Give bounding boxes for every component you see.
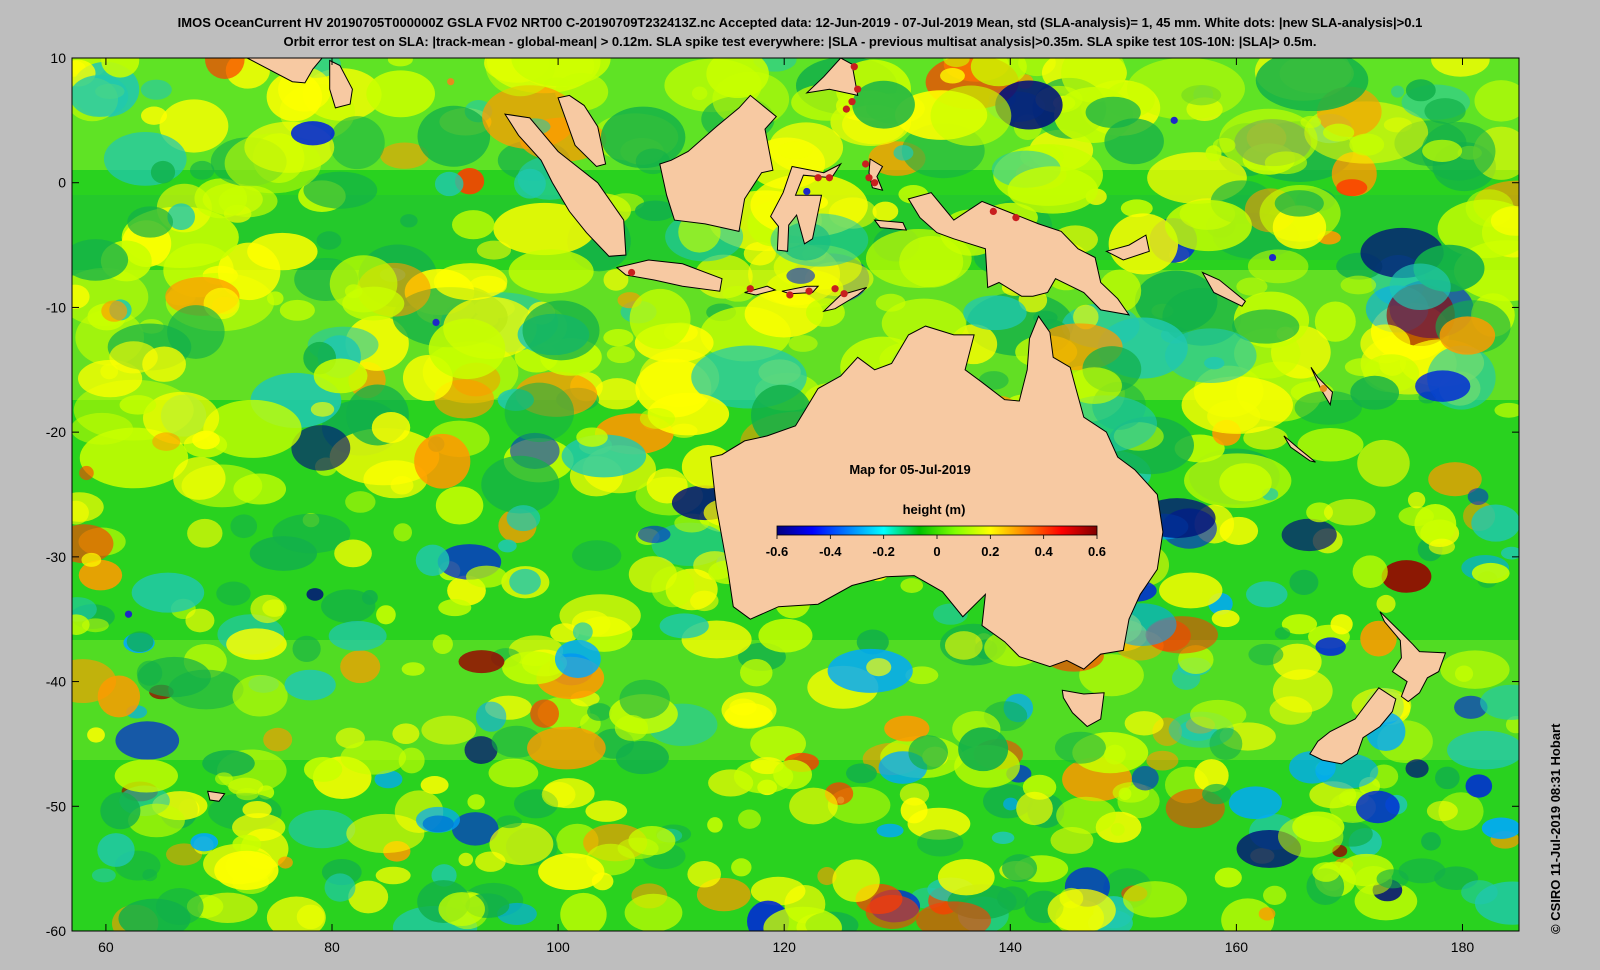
flagged-dot xyxy=(803,187,811,196)
flagged-dot xyxy=(854,85,862,93)
flagged-dot xyxy=(861,160,870,168)
y-tick-label: -20 xyxy=(46,424,66,440)
flagged-dot xyxy=(837,796,845,804)
flagged-dot xyxy=(786,291,794,299)
flagged-dot xyxy=(447,78,455,86)
flagged-dot xyxy=(1319,384,1328,393)
land-philippines-north xyxy=(842,58,847,59)
colorbar-tick-label: -0.4 xyxy=(819,544,842,559)
colorbar-tick-label: 0.2 xyxy=(981,544,999,559)
colorbar-tick-label: 0.6 xyxy=(1088,544,1106,559)
flagged-dot xyxy=(1170,116,1178,124)
x-tick-label: 60 xyxy=(98,939,114,955)
flagged-dot xyxy=(871,179,879,187)
flagged-dot xyxy=(746,285,754,293)
x-tick-label: 100 xyxy=(546,939,570,955)
flagged-dot xyxy=(850,63,858,71)
y-tick-label: -50 xyxy=(46,798,66,814)
x-tick-label: 80 xyxy=(324,939,340,955)
x-tick-label: 180 xyxy=(1451,939,1475,955)
colorbar-tick-label: 0.4 xyxy=(1035,544,1054,559)
flagged-dot xyxy=(989,207,997,215)
flagged-dot xyxy=(831,285,839,293)
flagged-dot xyxy=(848,98,856,106)
x-tick-label: 140 xyxy=(999,939,1023,955)
flagged-dot xyxy=(1268,253,1277,262)
flagged-dot xyxy=(805,287,813,295)
y-tick-label: -60 xyxy=(46,923,66,939)
map-date-label: Map for 05-Jul-2019 xyxy=(849,462,970,477)
x-tick-label: 120 xyxy=(773,939,797,955)
copyright-credit: © CSIRO 11-Jul-2019 08:31 Hobart xyxy=(1548,723,1563,934)
y-tick-label: -10 xyxy=(46,299,66,315)
colorbar xyxy=(776,525,1098,536)
colorbar-tick-label: -0.6 xyxy=(766,544,788,559)
flagged-dot xyxy=(825,174,834,182)
flagged-dot xyxy=(814,174,822,182)
flagged-dot xyxy=(1012,214,1020,222)
y-tick-label: 0 xyxy=(58,175,66,191)
y-tick-label: -30 xyxy=(46,549,66,565)
flagged-dot xyxy=(865,174,873,182)
colorbar-title: height (m) xyxy=(903,502,966,517)
y-tick-label: -40 xyxy=(46,674,66,690)
flagged-dot xyxy=(432,318,440,326)
colorbar-tick-label: -0.2 xyxy=(872,544,894,559)
colorbar-tick-label: 0 xyxy=(933,544,940,559)
y-tick-label: 10 xyxy=(50,50,66,66)
sea-level-map: 60 80 100 120 140 160 180 100-10-20-30-40-50-6… xyxy=(46,50,1520,955)
x-tick-label: 160 xyxy=(1225,939,1249,955)
flagged-dot xyxy=(842,105,850,113)
flagged-dot xyxy=(840,290,848,298)
flagged-dot xyxy=(627,268,636,277)
flagged-dot xyxy=(124,610,133,618)
